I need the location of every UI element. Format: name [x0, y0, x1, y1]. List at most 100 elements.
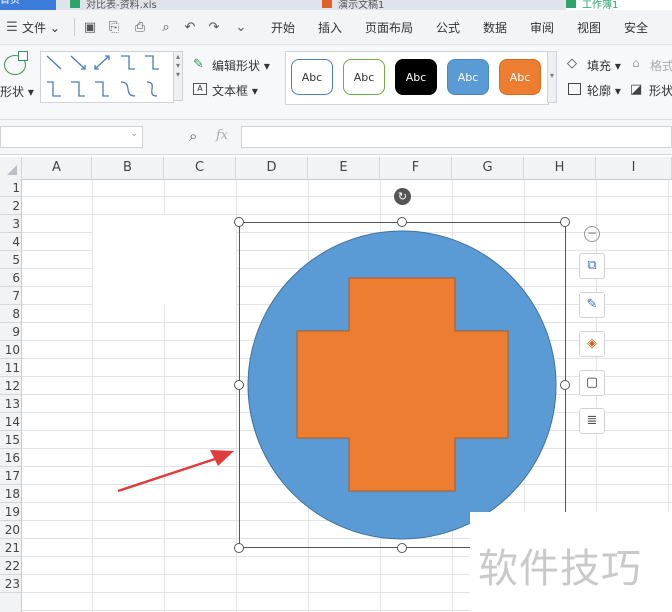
column-header-d[interactable]: D: [236, 157, 308, 179]
print-icon[interactable]: ⎙: [132, 20, 148, 36]
column-header-c[interactable]: C: [164, 157, 236, 179]
resize-handle-top-right[interactable]: [560, 217, 570, 227]
row-header-9[interactable]: 9: [0, 323, 21, 341]
row-header-6[interactable]: 6: [0, 269, 21, 287]
style-preset-4-label: Abc: [457, 71, 479, 84]
row-header-2[interactable]: 2: [0, 197, 21, 215]
row-header-19[interactable]: 19: [0, 503, 21, 521]
resize-handle-right[interactable]: [560, 380, 570, 390]
style-preset-4[interactable]: Abc: [447, 59, 489, 95]
print-preview-icon[interactable]: ⌕: [158, 20, 174, 36]
tab-data[interactable]: 数据: [483, 19, 507, 36]
tab-review[interactable]: 审阅: [530, 19, 554, 36]
shape-outline-icon[interactable]: ▢: [579, 370, 605, 396]
row-header-18[interactable]: 18: [0, 485, 21, 503]
redo-icon[interactable]: ↷: [206, 20, 222, 36]
tab-workbook[interactable]: 工作簿1: [566, 0, 672, 10]
style-preset-1[interactable]: Abc: [291, 59, 333, 95]
tab-view[interactable]: 视图: [577, 19, 601, 36]
column-header-i[interactable]: I: [596, 157, 672, 179]
edit-shape-button[interactable]: 编辑形状 ▾: [212, 57, 270, 74]
tab-presentation-file[interactable]: 演示文稿1: [322, 0, 552, 10]
customize-toolbar-icon[interactable]: ⌄: [233, 20, 249, 36]
tab-page-layout[interactable]: 页面布局: [365, 19, 413, 36]
circle-cross-shape[interactable]: [240, 223, 565, 547]
outline-button[interactable]: 轮廓 ▾: [587, 82, 621, 99]
row-header-22[interactable]: 22: [0, 557, 21, 575]
presentation-file-icon: [322, 0, 332, 8]
chevron-down-icon: ⌄: [49, 21, 60, 35]
row-header-12[interactable]: 12: [0, 377, 21, 395]
format-button[interactable]: 格式: [650, 57, 672, 74]
collapse-tools-icon[interactable]: −: [584, 226, 600, 242]
shape-text-icon[interactable]: ≣: [579, 408, 605, 434]
name-box[interactable]: ⌄: [0, 126, 143, 148]
tab-security[interactable]: 安全: [624, 19, 648, 36]
tab-formula[interactable]: 公式: [436, 19, 460, 36]
column-header-g[interactable]: G: [452, 157, 524, 179]
row-header-7[interactable]: 7: [0, 287, 21, 305]
row-header-20[interactable]: 20: [0, 521, 21, 539]
row-header-11[interactable]: 11: [0, 359, 21, 377]
row-header-16[interactable]: 16: [0, 449, 21, 467]
shape-fill-icon[interactable]: ◈: [579, 331, 605, 357]
row-header-14[interactable]: 14: [0, 413, 21, 431]
row-header-1[interactable]: 1: [0, 179, 21, 197]
rotate-handle-icon[interactable]: ↻: [394, 188, 411, 205]
connector-gallery-scroll[interactable]: ▴ ▾ ▾: [173, 51, 183, 101]
row-header-8[interactable]: 8: [0, 305, 21, 323]
column-header-b[interactable]: B: [92, 157, 164, 179]
row-header-23[interactable]: 23: [0, 575, 21, 593]
column-header-h[interactable]: H: [524, 157, 596, 179]
menu-icon[interactable]: ☰: [4, 20, 20, 36]
row-header-21[interactable]: 21: [0, 539, 21, 557]
export-pdf-icon[interactable]: ⎘: [106, 20, 122, 36]
row-header-13[interactable]: 13: [0, 395, 21, 413]
connector-shapes-icon: [46, 55, 159, 97]
resize-handle-bottom[interactable]: [397, 543, 407, 553]
resize-handle-bottom-left[interactable]: [234, 543, 244, 553]
column-header-a[interactable]: A: [22, 157, 92, 179]
tab-start[interactable]: 开始: [271, 19, 295, 36]
row-header-4[interactable]: 4: [0, 233, 21, 251]
fill-button[interactable]: 填充 ▾: [587, 57, 621, 74]
column-header-f[interactable]: F: [380, 157, 452, 179]
style-gallery-more[interactable]: ▾: [547, 51, 557, 103]
corner-triangle-icon: [6, 165, 17, 175]
row-header-17[interactable]: 17: [0, 467, 21, 485]
resize-handle-left[interactable]: [234, 380, 244, 390]
formula-input[interactable]: [241, 126, 672, 148]
style-preset-5[interactable]: Abc: [499, 59, 541, 95]
textbox-button[interactable]: 文本框 ▾: [212, 82, 258, 99]
style-preset-1-label: Abc: [301, 71, 323, 84]
shape-effects-button[interactable]: 形状: [649, 82, 672, 99]
zoom-formula-icon[interactable]: ⌕: [189, 127, 197, 145]
undo-icon[interactable]: ↶: [182, 20, 198, 36]
shapes-button[interactable]: 形状 ▾: [0, 83, 34, 100]
select-all-corner[interactable]: [0, 157, 22, 179]
workbook-file-icon: [566, 0, 576, 8]
row-header-10[interactable]: 10: [0, 341, 21, 359]
formula-bar: ⌄ ⌕ fx: [0, 120, 672, 155]
tab-spreadsheet-file[interactable]: 对比表-资料.xls: [70, 0, 300, 10]
connector-gallery[interactable]: [40, 51, 174, 103]
style-preset-3[interactable]: Abc: [395, 59, 437, 95]
shape-style-brush-icon[interactable]: ✎: [579, 292, 605, 318]
resize-handle-top-left[interactable]: [234, 217, 244, 227]
row-header-3[interactable]: 3: [0, 215, 21, 233]
tab-insert[interactable]: 插入: [318, 19, 342, 36]
row-header-15[interactable]: 15: [0, 431, 21, 449]
chevron-down-icon[interactable]: ⌄: [130, 129, 138, 139]
save-icon[interactable]: ▣: [82, 20, 98, 36]
fill-label: 填充: [587, 59, 612, 73]
insert-function-icon[interactable]: fx: [216, 128, 228, 143]
shape-layout-icon[interactable]: ⧉: [579, 253, 605, 279]
tab-home[interactable]: 首页: [0, 0, 56, 10]
resize-handle-top[interactable]: [397, 217, 407, 227]
row-header-5[interactable]: 5: [0, 251, 21, 269]
tab-home-label: 首页: [0, 0, 20, 6]
toolbar-divider: [74, 18, 75, 36]
column-header-e[interactable]: E: [308, 157, 380, 179]
style-preset-2[interactable]: Abc: [343, 59, 385, 95]
file-menu[interactable]: 文件 ⌄: [22, 19, 60, 36]
